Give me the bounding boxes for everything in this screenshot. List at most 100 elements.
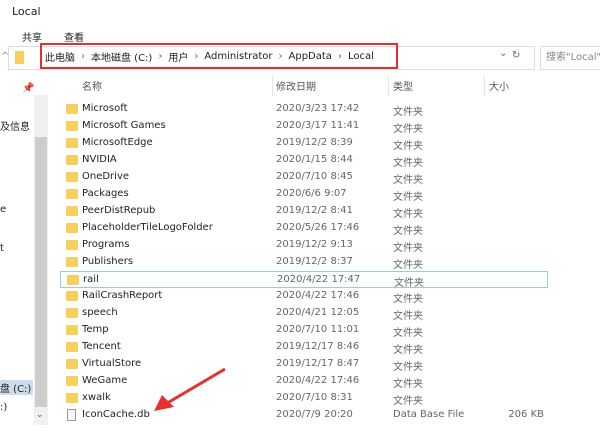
file-date: 2020/4/21 12:05 bbox=[276, 307, 360, 318]
file-name: VirtualStore bbox=[82, 358, 142, 369]
folder-icon bbox=[66, 206, 78, 216]
chevron-right-icon[interactable]: › bbox=[158, 51, 162, 62]
file-type: 文件夹 bbox=[393, 379, 423, 390]
folder-icon bbox=[66, 376, 78, 386]
file-name: Publishers bbox=[82, 256, 134, 267]
file-type: 文件夹 bbox=[393, 175, 423, 186]
folder-icon bbox=[66, 359, 78, 369]
file-type: 文件夹 bbox=[393, 209, 423, 220]
file-name: rail bbox=[83, 274, 99, 285]
file-date: 2020/4/22 17:46 bbox=[276, 290, 360, 301]
file-name: PeerDistRepub bbox=[82, 205, 156, 216]
file-date: 2019/12/17 8:46 bbox=[276, 341, 360, 352]
file-row[interactable]: PlaceholderTileLogoFolder 2020/5/26 17:4… bbox=[60, 220, 548, 237]
file-name: Programs bbox=[82, 239, 130, 250]
file-date: 2020/1/15 8:44 bbox=[276, 154, 353, 165]
column-name[interactable]: 名称 bbox=[82, 78, 102, 96]
file-row[interactable]: Packages 2020/6/6 9:07 文件夹 bbox=[60, 186, 548, 203]
file-type: 文件夹 bbox=[393, 311, 423, 322]
file-type: 文件夹 bbox=[394, 278, 424, 289]
file-name: Temp bbox=[82, 324, 109, 335]
file-date: 2019/12/2 8:39 bbox=[276, 137, 353, 148]
file-row[interactable]: MicrosoftEdge 2019/12/2 8:39 文件夹 bbox=[60, 135, 548, 152]
pin-icon[interactable]: 📌 bbox=[22, 83, 34, 94]
tab-view[interactable]: 查看 bbox=[64, 29, 84, 44]
file-date: 2019/12/2 8:37 bbox=[276, 256, 353, 267]
folder-icon bbox=[66, 121, 78, 131]
file-name: xwalk bbox=[82, 392, 111, 403]
nav-item[interactable]: t bbox=[0, 243, 4, 254]
scroll-down-icon[interactable]: ⌄ bbox=[36, 410, 44, 420]
file-row[interactable]: OneDrive 2020/7/10 8:45 文件夹 bbox=[60, 169, 548, 186]
chevron-right-icon[interactable]: › bbox=[81, 51, 85, 62]
chevron-right-icon[interactable]: › bbox=[338, 51, 342, 62]
file-name: PlaceholderTileLogoFolder bbox=[82, 222, 213, 233]
file-row[interactable]: Tencent 2019/12/17 8:46 文件夹 bbox=[60, 339, 548, 356]
refresh-icon[interactable]: ↻ bbox=[512, 50, 520, 61]
file-type: 文件夹 bbox=[393, 192, 423, 203]
file-date: 2020/7/9 20:20 bbox=[276, 409, 353, 420]
file-type: 文件夹 bbox=[393, 124, 423, 135]
column-type[interactable]: 类型 bbox=[393, 78, 413, 96]
file-row[interactable]: speech 2020/4/21 12:05 文件夹 bbox=[60, 305, 548, 322]
file-date: 2020/7/10 8:31 bbox=[276, 392, 353, 403]
folder-icon bbox=[66, 325, 78, 335]
column-size[interactable]: 大小 bbox=[489, 78, 509, 96]
nav-item[interactable]: 及信息 bbox=[0, 118, 30, 133]
file-name: Packages bbox=[82, 188, 129, 199]
folder-icon bbox=[67, 275, 79, 285]
file-type: 文件夹 bbox=[393, 243, 423, 254]
scrollbar-thumb[interactable] bbox=[35, 137, 47, 407]
breadcrumb-item[interactable]: 此电脑 bbox=[45, 49, 75, 64]
file-date: 2019/12/17 8:47 bbox=[276, 358, 360, 369]
file-row[interactable]: VirtualStore 2019/12/17 8:47 文件夹 bbox=[60, 356, 548, 373]
file-row[interactable]: Temp 2020/7/10 11:01 文件夹 bbox=[60, 322, 548, 339]
chevron-right-icon[interactable]: › bbox=[279, 51, 283, 62]
file-name: WeGame bbox=[82, 375, 128, 386]
folder-icon bbox=[66, 223, 78, 233]
chevron-down-icon[interactable]: ⌄ bbox=[499, 48, 507, 59]
folder-icon bbox=[66, 342, 78, 352]
breadcrumb-item[interactable]: AppData bbox=[289, 51, 332, 62]
nav-item[interactable]: e bbox=[0, 204, 6, 215]
file-row[interactable]: rail 2020/4/22 17:47 文件夹 bbox=[60, 271, 548, 289]
file-row[interactable]: RailCrashReport 2020/4/22 17:46 文件夹 bbox=[60, 288, 548, 305]
file-row[interactable]: Microsoft 2020/3/23 17:42 文件夹 bbox=[60, 101, 548, 118]
file-name: speech bbox=[82, 307, 118, 318]
tab-share[interactable]: 共享 bbox=[22, 29, 42, 44]
file-date: 2020/4/22 17:47 bbox=[277, 274, 361, 285]
folder-icon bbox=[66, 240, 78, 250]
file-date: 2019/12/2 9:13 bbox=[276, 239, 353, 250]
folder-icon bbox=[66, 189, 78, 199]
file-row[interactable]: IconCache.db 2020/7/9 20:20 Data Base Fi… bbox=[60, 407, 548, 424]
file-name: MicrosoftEdge bbox=[82, 137, 153, 148]
file-date: 2020/7/10 11:01 bbox=[276, 324, 360, 335]
file-row[interactable]: Publishers 2019/12/2 8:37 文件夹 bbox=[60, 254, 548, 271]
search-input[interactable]: 搜索"Local" bbox=[540, 46, 600, 70]
file-date: 2019/12/2 8:41 bbox=[276, 205, 353, 216]
file-row[interactable]: PeerDistRepub 2019/12/2 8:41 文件夹 bbox=[60, 203, 548, 220]
annotation-arrow bbox=[154, 367, 226, 411]
file-row[interactable]: WeGame 2020/4/22 17:46 文件夹 bbox=[60, 373, 548, 390]
chevron-right-icon[interactable]: › bbox=[194, 51, 198, 62]
file-name: Microsoft Games bbox=[82, 120, 166, 131]
file-type: 文件夹 bbox=[393, 362, 423, 373]
breadcrumb-item[interactable]: 本地磁盘 (C:) bbox=[91, 49, 152, 64]
file-date: 2020/7/10 8:45 bbox=[276, 171, 353, 182]
nav-item[interactable]: :) bbox=[0, 402, 7, 413]
file-type: 文件夹 bbox=[393, 328, 423, 339]
breadcrumb-item[interactable]: Administrator bbox=[204, 51, 272, 62]
file-row[interactable]: Microsoft Games 2020/3/17 11:41 文件夹 bbox=[60, 118, 548, 135]
nav-item-c-drive[interactable]: 盘 (C:) bbox=[0, 380, 33, 395]
file-type: Data Base File bbox=[393, 409, 465, 420]
file-date: 2020/5/26 17:46 bbox=[276, 222, 360, 233]
folder-icon bbox=[66, 308, 78, 318]
column-date[interactable]: 修改日期 bbox=[276, 78, 316, 96]
breadcrumb-item[interactable]: Local bbox=[348, 51, 374, 62]
breadcrumb: 此电脑 › 本地磁盘 (C:) › 用户 › Administrator › AppData › L… bbox=[40, 43, 398, 69]
file-row[interactable]: NVIDIA 2020/1/15 8:44 文件夹 bbox=[60, 152, 548, 169]
folder-icon bbox=[66, 291, 78, 301]
file-row[interactable]: xwalk 2020/7/10 8:31 文件夹 bbox=[60, 390, 548, 407]
file-row[interactable]: Programs 2019/12/2 9:13 文件夹 bbox=[60, 237, 548, 254]
breadcrumb-item[interactable]: 用户 bbox=[168, 49, 188, 64]
